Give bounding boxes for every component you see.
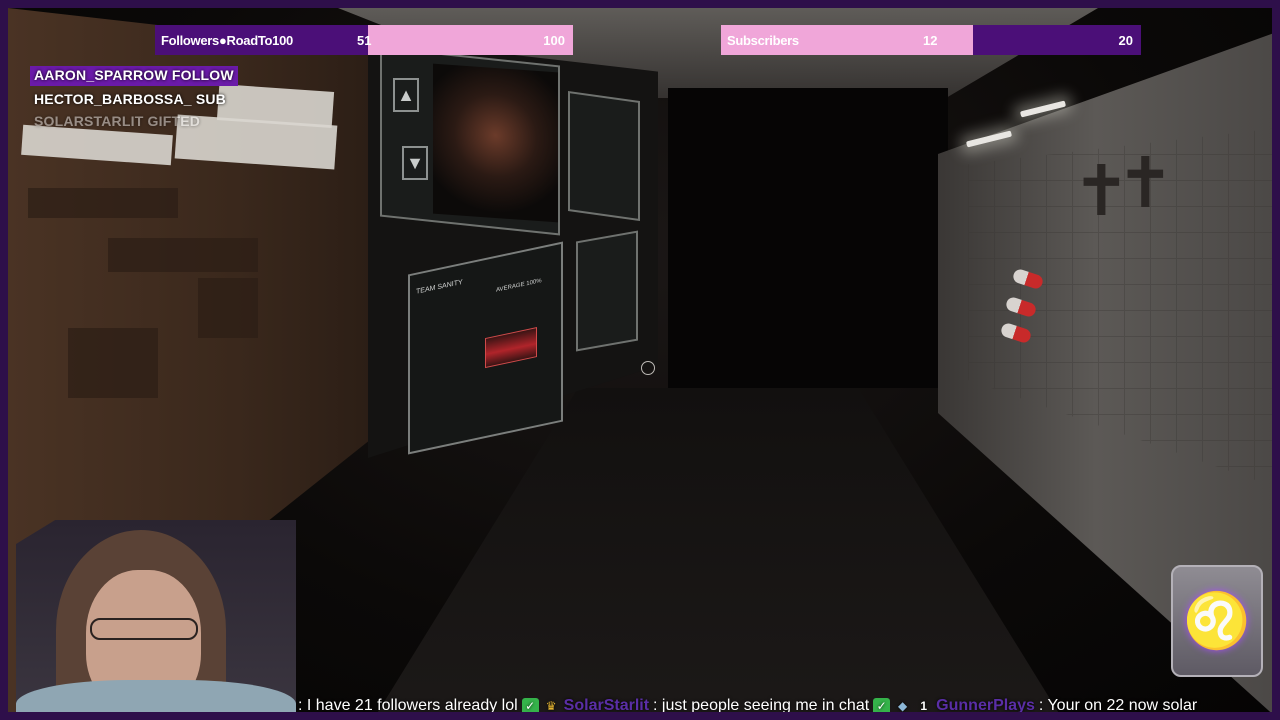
- up-arrow-icon[interactable]: ▲: [393, 78, 419, 112]
- lion-glyph: ♌: [1183, 590, 1251, 651]
- followers-goal-target: 100: [543, 32, 565, 48]
- tier-one-badge-icon: 1: [920, 699, 928, 713]
- streamer-glasses: [90, 618, 198, 640]
- crucifix[interactable]: ✝: [1116, 148, 1175, 218]
- chat-username[interactable]: GunnerPlays: [936, 697, 1035, 712]
- lion-emblem-icon: ♌: [1171, 565, 1263, 677]
- chat-message-text: : I have 21 followers already lol: [298, 697, 518, 714]
- diamond-badge-icon: ◆: [898, 699, 908, 713]
- dark-corridor: [668, 88, 948, 388]
- followers-goal-fill: [368, 25, 573, 55]
- followers-goal-current: 51: [357, 32, 372, 48]
- followers-goal-bar: Followers●RoadTo100 51 100: [155, 25, 573, 55]
- subscribers-goal-bar: Subscribers 12 20: [721, 25, 1141, 55]
- down-arrow-icon[interactable]: ▼: [402, 146, 428, 180]
- objectives-monitor: [568, 90, 640, 222]
- activity-monitor: [576, 230, 638, 352]
- cork-stripe: [198, 278, 258, 338]
- sanity-title: TEAM SANITY: [416, 278, 463, 296]
- cork-stripe: [108, 238, 258, 272]
- chat-username[interactable]: SolarStarlit: [564, 697, 649, 712]
- sanity-average: AVERAGE 100%: [496, 278, 542, 294]
- sanity-bar: [485, 327, 537, 369]
- chat-ticker: : I have 21 followers already lol ✓ ♛ So…: [298, 692, 1272, 714]
- check-badge-icon: ✓: [873, 697, 891, 712]
- subscribers-goal-target: 20: [1118, 32, 1133, 48]
- chat-message-text: : Your on 22 now solar: [1038, 697, 1198, 714]
- webcam-overlay: [16, 520, 296, 712]
- camera-feed: [433, 63, 558, 223]
- subscribers-goal-label: Subscribers: [727, 32, 799, 48]
- subscribers-goal-current: 12: [923, 32, 938, 48]
- chat-message-text: : just people seeing me in chat: [653, 697, 870, 714]
- crosshair-icon: [641, 361, 655, 375]
- alert-sub: HECTOR_BARBOSSA_ SUB: [34, 91, 226, 107]
- streamer-shirt: [16, 680, 296, 712]
- sanity-monitor: TEAM SANITY AVERAGE 100%: [408, 241, 563, 455]
- check-badge-icon: ✓: [521, 697, 539, 712]
- stream-frame: ▲ ▼ TEAM SANITY AVERAGE 100% ✝ ✝ Followe…: [0, 0, 1280, 720]
- alert-gift: SOLARSTARLIT GIFTED: [34, 113, 201, 129]
- cork-stripe: [68, 328, 158, 398]
- cork-stripe: [28, 188, 178, 218]
- followers-goal-label: Followers●RoadTo100: [161, 32, 293, 48]
- alert-follow: AARON_SPARROW FOLLOW: [30, 66, 238, 86]
- crown-badge-icon: ♛: [545, 699, 557, 713]
